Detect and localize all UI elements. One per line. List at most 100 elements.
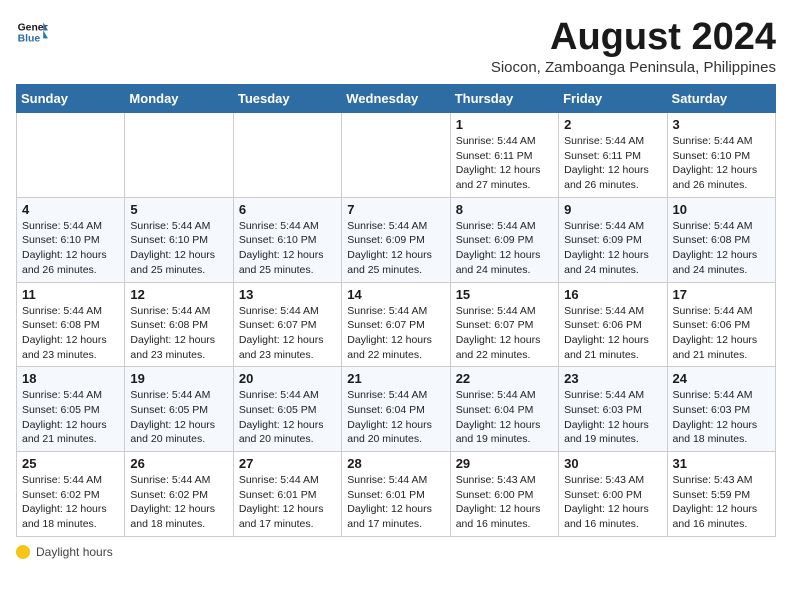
svg-text:Blue: Blue bbox=[18, 34, 41, 45]
calendar-cell: 27 Sunrise: 5:44 AM Sunset: 6:01 PM Dayli… bbox=[233, 452, 341, 537]
day-number: 23 bbox=[564, 371, 661, 386]
day-number: 26 bbox=[130, 456, 227, 471]
calendar-week-row: 11Sunrise: 5:44 AM Sunset: 6:08 PM Dayli… bbox=[17, 282, 776, 367]
day-number: 7 bbox=[347, 202, 444, 217]
calendar-week-row: 18 Sunrise: 5:44 AM Sunset: 6:05 PM Dayli… bbox=[17, 367, 776, 452]
calendar-day-header: Monday bbox=[125, 85, 233, 113]
page-header: General Blue August 2024 Siocon, Zamboan… bbox=[16, 16, 776, 76]
day-number: 16 bbox=[564, 287, 661, 302]
calendar-cell: 11Sunrise: 5:44 AM Sunset: 6:08 PM Dayli… bbox=[17, 282, 125, 367]
day-number: 18 bbox=[22, 371, 119, 386]
day-number: 27 bbox=[239, 456, 336, 471]
calendar-cell: 18Sunrise: 5:44 AM Sunset: 6:05 PM Dayli… bbox=[17, 367, 125, 452]
day-number: 31 bbox=[673, 456, 770, 471]
day-detail: Sunrise: 5:44 AM Sunset: 6:02 PM Dayligh… bbox=[22, 473, 119, 532]
calendar-cell: 29 Sunrise: 5:43 AM Sunset: 6:00 PM Dayli… bbox=[450, 452, 558, 537]
calendar-week-row: 4 Sunrise: 5:44 AM Sunset: 6:10 PM Daylig… bbox=[17, 197, 776, 282]
calendar-cell: 30Sunrise: 5:43 AM Sunset: 6:00 PM Dayli… bbox=[559, 452, 667, 537]
calendar-cell: 25 Sunrise: 5:44 AM Sunset: 6:02 PM Dayli… bbox=[17, 452, 125, 537]
calendar-cell: 19Sunrise: 5:44 AM Sunset: 6:05 PM Dayli… bbox=[125, 367, 233, 452]
day-number: 8 bbox=[456, 202, 553, 217]
calendar-cell bbox=[342, 113, 450, 198]
calendar-cell: 8 Sunrise: 5:44 AM Sunset: 6:09 PM Daylig… bbox=[450, 197, 558, 282]
calendar-cell: 28Sunrise: 5:44 AM Sunset: 6:01 PM Dayli… bbox=[342, 452, 450, 537]
day-number: 25 bbox=[22, 456, 119, 471]
day-detail: Sunrise: 5:44 AM Sunset: 6:04 PM Dayligh… bbox=[456, 388, 553, 447]
day-detail: Sunrise: 5:44 AM Sunset: 6:07 PM Dayligh… bbox=[347, 304, 444, 363]
day-number: 13 bbox=[239, 287, 336, 302]
day-number: 17 bbox=[673, 287, 770, 302]
day-detail: Sunrise: 5:44 AM Sunset: 6:01 PM Dayligh… bbox=[347, 473, 444, 532]
calendar-cell: 23 Sunrise: 5:44 AM Sunset: 6:03 PM Dayli… bbox=[559, 367, 667, 452]
calendar-week-row: 25 Sunrise: 5:44 AM Sunset: 6:02 PM Dayli… bbox=[17, 452, 776, 537]
calendar-cell: 17 Sunrise: 5:44 AM Sunset: 6:06 PM Dayli… bbox=[667, 282, 775, 367]
day-detail: Sunrise: 5:44 AM Sunset: 6:07 PM Dayligh… bbox=[239, 304, 336, 363]
day-detail: Sunrise: 5:44 AM Sunset: 6:09 PM Dayligh… bbox=[456, 219, 553, 278]
day-number: 4 bbox=[22, 202, 119, 217]
day-number: 12 bbox=[130, 287, 227, 302]
day-number: 29 bbox=[456, 456, 553, 471]
logo: General Blue bbox=[16, 16, 48, 48]
day-detail: Sunrise: 5:44 AM Sunset: 6:10 PM Dayligh… bbox=[130, 219, 227, 278]
calendar-cell bbox=[17, 113, 125, 198]
calendar-cell: 20Sunrise: 5:44 AM Sunset: 6:05 PM Dayli… bbox=[233, 367, 341, 452]
day-detail: Sunrise: 5:44 AM Sunset: 6:02 PM Dayligh… bbox=[130, 473, 227, 532]
day-number: 1 bbox=[456, 117, 553, 132]
calendar-cell: 1Sunrise: 5:44 AM Sunset: 6:11 PM Daylig… bbox=[450, 113, 558, 198]
day-detail: Sunrise: 5:44 AM Sunset: 6:01 PM Dayligh… bbox=[239, 473, 336, 532]
title-block: August 2024 Siocon, Zamboanga Peninsula,… bbox=[491, 16, 776, 76]
day-detail: Sunrise: 5:44 AM Sunset: 6:11 PM Dayligh… bbox=[564, 134, 661, 193]
calendar-cell bbox=[233, 113, 341, 198]
calendar-cell: 7 Sunrise: 5:44 AM Sunset: 6:09 PM Daylig… bbox=[342, 197, 450, 282]
day-detail: Sunrise: 5:43 AM Sunset: 6:00 PM Dayligh… bbox=[456, 473, 553, 532]
day-number: 10 bbox=[673, 202, 770, 217]
day-detail: Sunrise: 5:44 AM Sunset: 6:04 PM Dayligh… bbox=[347, 388, 444, 447]
day-number: 21 bbox=[347, 371, 444, 386]
calendar-cell: 22 Sunrise: 5:44 AM Sunset: 6:04 PM Dayli… bbox=[450, 367, 558, 452]
day-detail: Sunrise: 5:44 AM Sunset: 6:09 PM Dayligh… bbox=[347, 219, 444, 278]
calendar-cell: 15 Sunrise: 5:44 AM Sunset: 6:07 PM Dayli… bbox=[450, 282, 558, 367]
calendar-cell: 31 Sunrise: 5:43 AM Sunset: 5:59 PM Dayli… bbox=[667, 452, 775, 537]
calendar-cell: 26 Sunrise: 5:44 AM Sunset: 6:02 PM Dayli… bbox=[125, 452, 233, 537]
month-title: August 2024 bbox=[491, 16, 776, 59]
day-detail: Sunrise: 5:44 AM Sunset: 6:03 PM Dayligh… bbox=[564, 388, 661, 447]
day-number: 9 bbox=[564, 202, 661, 217]
day-detail: Sunrise: 5:44 AM Sunset: 6:10 PM Dayligh… bbox=[22, 219, 119, 278]
calendar-header-row: SundayMondayTuesdayWednesdayThursdayFrid… bbox=[17, 85, 776, 113]
calendar-cell: 21 Sunrise: 5:44 AM Sunset: 6:04 PM Dayli… bbox=[342, 367, 450, 452]
calendar-cell: 5 Sunrise: 5:44 AM Sunset: 6:10 PM Daylig… bbox=[125, 197, 233, 282]
day-number: 11 bbox=[22, 287, 119, 302]
calendar-cell: 10Sunrise: 5:44 AM Sunset: 6:08 PM Dayli… bbox=[667, 197, 775, 282]
day-number: 24 bbox=[673, 371, 770, 386]
calendar-day-header: Sunday bbox=[17, 85, 125, 113]
day-number: 5 bbox=[130, 202, 227, 217]
calendar-cell: 6 Sunrise: 5:44 AM Sunset: 6:10 PM Daylig… bbox=[233, 197, 341, 282]
footer-label: Daylight hours bbox=[36, 545, 113, 559]
day-number: 2 bbox=[564, 117, 661, 132]
day-number: 6 bbox=[239, 202, 336, 217]
calendar-cell: 4 Sunrise: 5:44 AM Sunset: 6:10 PM Daylig… bbox=[17, 197, 125, 282]
day-number: 30 bbox=[564, 456, 661, 471]
day-detail: Sunrise: 5:44 AM Sunset: 6:06 PM Dayligh… bbox=[673, 304, 770, 363]
day-number: 3 bbox=[673, 117, 770, 132]
calendar-cell: 3 Sunrise: 5:44 AM Sunset: 6:10 PM Daylig… bbox=[667, 113, 775, 198]
calendar-cell: 14 Sunrise: 5:44 AM Sunset: 6:07 PM Dayli… bbox=[342, 282, 450, 367]
footer-note: Daylight hours bbox=[16, 545, 776, 559]
day-number: 15 bbox=[456, 287, 553, 302]
day-number: 22 bbox=[456, 371, 553, 386]
day-detail: Sunrise: 5:44 AM Sunset: 6:05 PM Dayligh… bbox=[130, 388, 227, 447]
logo-icon: General Blue bbox=[16, 16, 48, 48]
day-detail: Sunrise: 5:44 AM Sunset: 6:06 PM Dayligh… bbox=[564, 304, 661, 363]
calendar-day-header: Friday bbox=[559, 85, 667, 113]
day-detail: Sunrise: 5:44 AM Sunset: 6:10 PM Dayligh… bbox=[239, 219, 336, 278]
calendar-cell: 9 Sunrise: 5:44 AM Sunset: 6:09 PM Daylig… bbox=[559, 197, 667, 282]
day-detail: Sunrise: 5:43 AM Sunset: 5:59 PM Dayligh… bbox=[673, 473, 770, 532]
calendar-day-header: Wednesday bbox=[342, 85, 450, 113]
day-detail: Sunrise: 5:44 AM Sunset: 6:03 PM Dayligh… bbox=[673, 388, 770, 447]
day-detail: Sunrise: 5:44 AM Sunset: 6:07 PM Dayligh… bbox=[456, 304, 553, 363]
day-detail: Sunrise: 5:44 AM Sunset: 6:09 PM Dayligh… bbox=[564, 219, 661, 278]
day-number: 14 bbox=[347, 287, 444, 302]
calendar-table: SundayMondayTuesdayWednesdayThursdayFrid… bbox=[16, 84, 776, 537]
calendar-cell: 16 Sunrise: 5:44 AM Sunset: 6:06 PM Dayli… bbox=[559, 282, 667, 367]
day-detail: Sunrise: 5:44 AM Sunset: 6:10 PM Dayligh… bbox=[673, 134, 770, 193]
